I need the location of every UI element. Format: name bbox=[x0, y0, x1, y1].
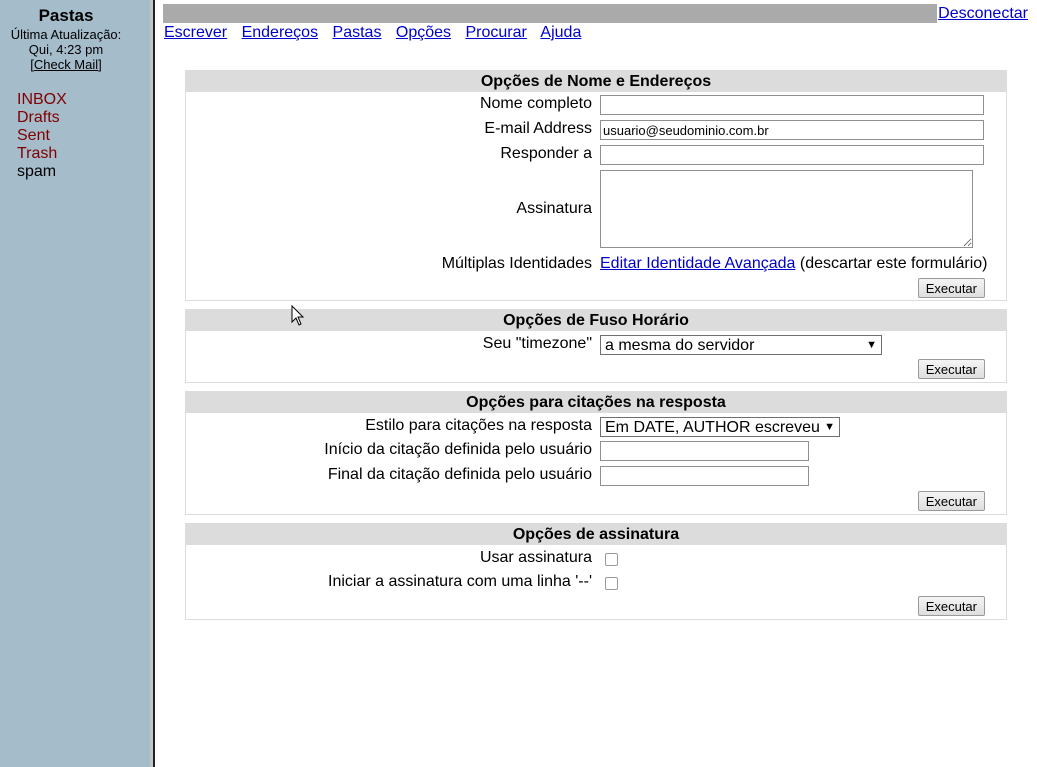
nav-options[interactable]: Opções bbox=[396, 24, 451, 41]
timezone-value: a mesma do servidor bbox=[605, 337, 755, 354]
timezone-label: Seu "timezone" bbox=[482, 335, 592, 352]
last-update-label: Última Atualização: bbox=[10, 27, 122, 42]
citation-end-label: Final da citação definida pelo usuário bbox=[327, 466, 592, 483]
sig-dashes-label: Iniciar a assinatura com uma linha '--' bbox=[328, 573, 592, 590]
nav-help[interactable]: Ajuda bbox=[540, 24, 581, 41]
email-input[interactable] bbox=[600, 120, 984, 140]
use-signature-label: Usar assinatura bbox=[479, 549, 592, 566]
last-update-time: Qui, 4:23 pm bbox=[28, 42, 104, 57]
identities-label: Múltiplas Identidades bbox=[441, 255, 592, 272]
dropdown-arrow-icon: ▼ bbox=[824, 421, 835, 433]
identities-note: (descartar este formulário) bbox=[799, 255, 988, 272]
edit-identities-link[interactable]: Editar Identidade Avançada bbox=[600, 255, 795, 272]
citation-style-value: Em DATE, AUTHOR escreveu bbox=[605, 419, 820, 436]
section-title: Opções de Nome e Endereços bbox=[186, 71, 1006, 92]
folder-trash[interactable]: Trash bbox=[17, 145, 67, 163]
folder-spam[interactable]: spam bbox=[17, 163, 67, 181]
citation-style-select[interactable]: Em DATE, AUTHOR escreveu ▼ bbox=[600, 417, 840, 437]
submit-signature-button[interactable]: Executar bbox=[917, 596, 985, 616]
top-bar: Desconectar bbox=[163, 4, 1029, 23]
fullname-label: Nome completo bbox=[479, 95, 592, 112]
last-update: Última Atualização: Qui, 4:23 pm [Check … bbox=[0, 27, 132, 72]
submit-citation-button[interactable]: Executar bbox=[917, 491, 985, 511]
fullname-input[interactable] bbox=[600, 95, 984, 115]
replyto-input[interactable] bbox=[600, 145, 984, 165]
nav-search[interactable]: Procurar bbox=[466, 24, 527, 41]
submit-timezone-button[interactable]: Executar bbox=[917, 359, 985, 379]
check-mail-wrapper: [Check Mail] bbox=[30, 57, 102, 72]
folder-sent[interactable]: Sent bbox=[17, 127, 67, 145]
submit-name-button[interactable]: Executar bbox=[917, 278, 985, 298]
sig-dashes-checkbox[interactable] bbox=[605, 577, 618, 590]
signature-row: Assinatura bbox=[186, 170, 1006, 250]
citation-start-label: Início da citação definida pelo usuário bbox=[324, 441, 592, 458]
name-address-section: Opções de Nome e Endereços Nome completo… bbox=[185, 70, 1007, 301]
replyto-label: Responder a bbox=[500, 145, 592, 162]
check-mail-link[interactable]: Check Mail bbox=[34, 57, 98, 72]
citation-start-input[interactable] bbox=[600, 441, 809, 461]
citation-end-input[interactable] bbox=[600, 466, 809, 486]
folder-list: INBOX Drafts Sent Trash spam bbox=[17, 91, 67, 181]
logout-link[interactable]: Desconectar bbox=[937, 4, 1029, 23]
dropdown-arrow-icon: ▼ bbox=[866, 339, 877, 351]
nav-addresses[interactable]: Endereços bbox=[242, 24, 319, 41]
use-signature-checkbox[interactable] bbox=[605, 553, 618, 566]
folder-pane: Pastas Última Atualização: Qui, 4:23 pm … bbox=[0, 0, 150, 767]
nav-compose[interactable]: Escrever bbox=[164, 24, 227, 41]
folder-drafts[interactable]: Drafts bbox=[17, 109, 67, 127]
nav-folders[interactable]: Pastas bbox=[333, 24, 382, 41]
signature-options-section: Opções de assinatura Usar assinatura Ini… bbox=[185, 523, 1007, 620]
section-title: Opções de Fuso Horário bbox=[186, 310, 1006, 331]
timezone-select[interactable]: a mesma do servidor ▼ bbox=[600, 335, 882, 355]
mouse-cursor-icon bbox=[291, 305, 305, 326]
email-label: E-mail Address bbox=[484, 120, 592, 137]
citation-style-label: Estilo para citações na resposta bbox=[365, 417, 592, 434]
section-title: Opções de assinatura bbox=[186, 524, 1006, 545]
signature-label: Assinatura bbox=[516, 200, 592, 217]
signature-textarea[interactable] bbox=[600, 170, 973, 248]
folder-inbox[interactable]: INBOX bbox=[17, 91, 67, 109]
section-title: Opções para citações na resposta bbox=[186, 392, 1006, 413]
reply-citation-section: Opções para citações na resposta Estilo … bbox=[185, 391, 1007, 515]
main-nav: Escrever Endereços Pastas Opções Procura… bbox=[164, 24, 591, 42]
folders-title: Pastas bbox=[38, 6, 94, 25]
pane-divider-edge bbox=[153, 0, 155, 767]
timezone-section: Opções de Fuso Horário Seu "timezone" a … bbox=[185, 309, 1007, 383]
